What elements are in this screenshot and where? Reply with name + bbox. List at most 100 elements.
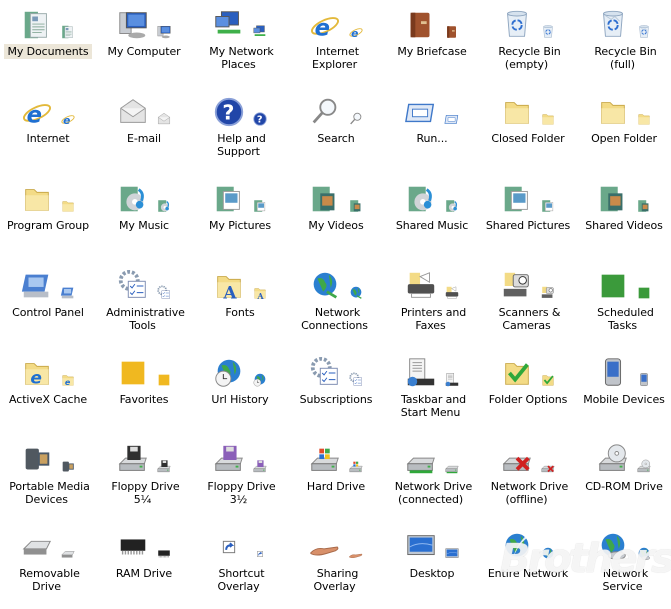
icon-item[interactable]: Search <box>288 87 384 174</box>
icon-pair <box>96 91 192 129</box>
icon-item[interactable]: Mobile Devices <box>576 348 671 435</box>
subscriptions-gear-icon <box>308 356 342 390</box>
icon-pair <box>480 439 576 477</box>
shortcut-arrow-icon <box>212 530 246 564</box>
icon-item[interactable]: Network Drive (offline) <box>480 435 576 522</box>
internet-icon: e <box>60 111 76 127</box>
icon-item[interactable]: Network Drive (connected) <box>384 435 480 522</box>
icon-item[interactable]: Floppy Drive 5¼ <box>96 435 192 522</box>
control-panel-icon <box>60 285 76 301</box>
icon-item[interactable]: Url History <box>192 348 288 435</box>
svg-text:A: A <box>256 291 264 301</box>
icon-item[interactable]: Favorites <box>96 348 192 435</box>
icon-item[interactable]: Taskbar and Start Menu <box>384 348 480 435</box>
help-question-icon: ? <box>252 111 268 127</box>
icon-item[interactable]: My Documents <box>0 0 96 87</box>
icon-label: Run... <box>386 132 478 145</box>
icon-label-text: Control Panel <box>12 306 84 319</box>
icon-label-text: Closed Folder <box>491 132 565 145</box>
svg-text:e: e <box>27 102 42 128</box>
icon-item[interactable]: Recycle Bin (empty) <box>480 0 576 87</box>
icon-label: Network Drive (connected) <box>386 480 478 506</box>
icon-label: Help and Support <box>194 132 286 158</box>
icon-item[interactable]: RAM Drive <box>96 522 192 609</box>
help-question-icon: ? <box>212 95 246 129</box>
svg-text:e: e <box>65 378 71 387</box>
icon-item[interactable]: Sharing Overlay <box>288 522 384 609</box>
icon-item[interactable]: e e Internet <box>0 87 96 174</box>
folder-options-check-icon <box>540 372 556 388</box>
icon-item[interactable]: Closed Folder <box>480 87 576 174</box>
icon-item[interactable]: Hard Drive <box>288 435 384 522</box>
icon-item[interactable]: Shared Pictures <box>480 174 576 261</box>
music-folder-icon <box>156 198 172 214</box>
icon-item[interactable]: Removable Drive <box>0 522 96 609</box>
network-service-globe-icon <box>636 546 652 562</box>
icon-item[interactable]: My Briefcase <box>384 0 480 87</box>
hard-drive-windows-icon <box>308 443 342 477</box>
icon-item[interactable]: Portable Media Devices <box>0 435 96 522</box>
icon-label-text: ActiveX Cache <box>9 393 87 406</box>
pictures-folder-icon <box>212 182 246 216</box>
icon-item[interactable]: e e ActiveX Cache <box>0 348 96 435</box>
icon-label-text: My Computer <box>107 45 181 58</box>
icon-pair <box>384 91 480 129</box>
svg-text:e: e <box>30 368 42 388</box>
icon-item[interactable]: Control Panel <box>0 261 96 348</box>
icon-label: My Videos <box>290 219 382 232</box>
svg-text:e: e <box>63 114 70 127</box>
icon-item[interactable]: Folder Options <box>480 348 576 435</box>
pictures-folder-icon <box>252 198 268 214</box>
scanner-camera-icon <box>500 269 534 303</box>
icon-pair <box>288 178 384 216</box>
icon-item[interactable]: Network Connections <box>288 261 384 348</box>
icon-pair <box>0 265 96 303</box>
icon-item[interactable]: My Videos <box>288 174 384 261</box>
icon-item[interactable]: My Music <box>96 174 192 261</box>
icon-label: Recycle Bin (full) <box>578 45 670 71</box>
icon-label: Folder Options <box>482 393 574 406</box>
icon-item[interactable]: Scanners & Cameras <box>480 261 576 348</box>
icon-item[interactable]: Recycle Bin (full) <box>576 0 671 87</box>
icon-label: Recycle Bin (empty) <box>482 45 574 71</box>
entire-network-globe-icon <box>540 546 556 562</box>
scheduled-tasks-clock-icon <box>636 285 652 301</box>
favorites-star-icon <box>116 356 150 390</box>
icon-label-text: My Pictures <box>209 219 271 232</box>
icon-item[interactable]: A A Fonts <box>192 261 288 348</box>
network-drive-connected-icon <box>444 459 460 475</box>
recycle-bin-empty-icon <box>540 24 556 40</box>
icon-item[interactable]: Program Group <box>0 174 96 261</box>
icon-item[interactable]: e e Internet Explorer <box>288 0 384 87</box>
icon-item[interactable]: Open Folder <box>576 87 671 174</box>
icon-label-text: Url History <box>211 393 269 406</box>
icon-label: Hard Drive <box>290 480 382 493</box>
icon-item[interactable]: Desktop <box>384 522 480 609</box>
icon-item[interactable]: Shortcut Overlay <box>192 522 288 609</box>
icon-label-text: Portable Media Devices <box>9 480 90 506</box>
icon-item[interactable]: Subscriptions <box>288 348 384 435</box>
icon-item[interactable]: E-mail <box>96 87 192 174</box>
icon-item[interactable]: Shared Videos <box>576 174 671 261</box>
icon-item[interactable]: Run... <box>384 87 480 174</box>
icon-item[interactable]: Network Service <box>576 522 671 609</box>
icon-item[interactable]: Scheduled Tasks <box>576 261 671 348</box>
icon-label-text: Desktop <box>409 567 455 580</box>
icon-item[interactable]: My Computer <box>96 0 192 87</box>
icon-label-text: RAM Drive <box>115 567 173 580</box>
icon-item[interactable]: My Network Places <box>192 0 288 87</box>
icon-pair <box>96 4 192 42</box>
icon-item[interactable]: Shared Music <box>384 174 480 261</box>
floppy-drive-5-icon <box>116 443 150 477</box>
icon-pair <box>384 178 480 216</box>
internet-explorer-icon: e <box>308 8 342 42</box>
icon-pair <box>192 178 288 216</box>
icon-item[interactable]: Administrative Tools <box>96 261 192 348</box>
icon-item[interactable]: Printers and Faxes <box>384 261 480 348</box>
icon-item[interactable]: Entire Network <box>480 522 576 609</box>
icon-item[interactable]: CD-ROM Drive <box>576 435 671 522</box>
icon-item[interactable]: ?? Help and Support <box>192 87 288 174</box>
icon-label-text: Folder Options <box>488 393 568 406</box>
icon-item[interactable]: Floppy Drive 3½ <box>192 435 288 522</box>
icon-item[interactable]: My Pictures <box>192 174 288 261</box>
